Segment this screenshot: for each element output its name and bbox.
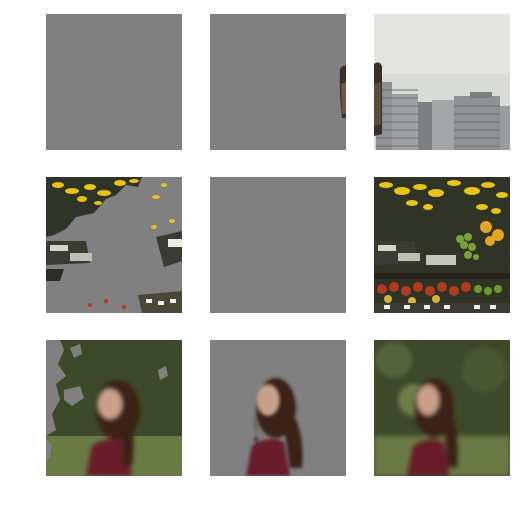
- market-masked-image-2: [210, 177, 346, 313]
- tile-market-masked-2: [210, 177, 346, 313]
- tile-portrait-masked-2: [210, 340, 346, 476]
- city-original-image: [374, 14, 510, 150]
- portrait-masked-image-2: [210, 340, 346, 476]
- tile-city-masked-1: [46, 14, 182, 150]
- tile-market-masked-1: [46, 177, 182, 313]
- tile-market-original: [374, 177, 510, 313]
- city-masked-image-2: [210, 14, 346, 150]
- tile-city-original: [374, 14, 510, 150]
- market-masked-image-1: [46, 177, 182, 313]
- portrait-original-image: [374, 340, 510, 476]
- market-original-image: [374, 177, 510, 313]
- portrait-masked-image-1: [46, 340, 182, 476]
- city-masked-image-1: [46, 14, 182, 150]
- tile-portrait-masked-1: [46, 340, 182, 476]
- tile-city-masked-2: [210, 14, 346, 150]
- tile-portrait-original: [374, 340, 510, 476]
